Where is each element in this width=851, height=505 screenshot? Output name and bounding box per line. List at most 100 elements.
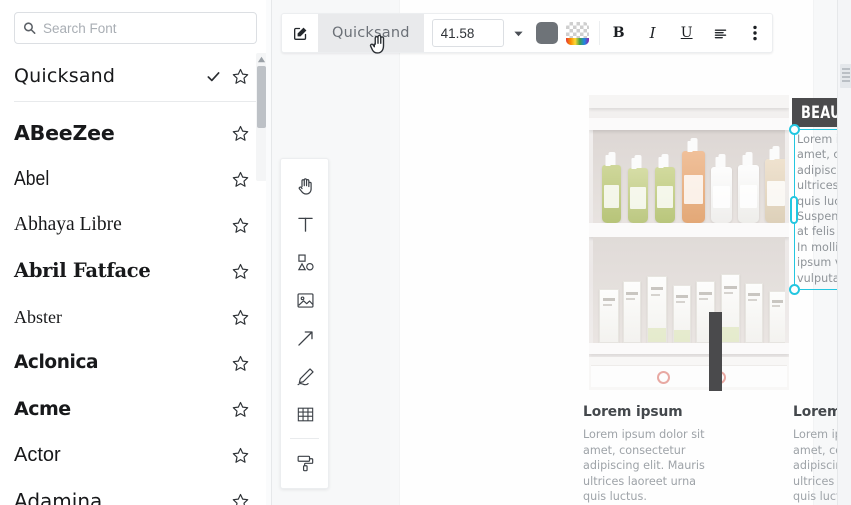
more-vertical-icon: [752, 25, 757, 41]
resize-handle-bottom-left[interactable]: [789, 284, 800, 295]
tool-paint-roller[interactable]: [281, 444, 330, 482]
star-outline-icon[interactable]: [232, 125, 249, 142]
design-editor-app: Quicksand ABeeZee Abel: [0, 0, 851, 505]
shapes-icon: [297, 253, 314, 270]
font-size-control: [431, 14, 504, 52]
font-name-label: Quicksand: [14, 64, 116, 87]
font-row-actions: [206, 68, 249, 85]
font-list-item-abeezee[interactable]: ABeeZee: [0, 110, 271, 156]
bold-button[interactable]: B: [602, 14, 636, 52]
right-panel-collapsed[interactable]: [837, 0, 851, 505]
edit-square-icon: [293, 27, 306, 40]
hand-icon: [298, 177, 312, 195]
font-name-label: Abster: [14, 307, 62, 327]
font-name-label: Actor: [14, 444, 61, 466]
tool-rail-divider: [290, 438, 319, 439]
font-name-label: Acme: [14, 397, 71, 420]
font-name-label: Abhaya Libre: [14, 214, 122, 236]
font-name-label: Abel: [14, 168, 50, 190]
font-list-item-abhaya-libre[interactable]: Abhaya Libre: [0, 202, 271, 248]
bottle-row-bottom: [593, 237, 785, 343]
arrow-icon: [298, 330, 313, 346]
shelf-product-image[interactable]: [589, 95, 789, 390]
font-name-label: Adamina: [14, 489, 103, 505]
italic-button[interactable]: I: [636, 14, 670, 52]
right-panel-thumbnail[interactable]: [840, 64, 851, 88]
tool-text[interactable]: [281, 205, 330, 243]
text-icon: [298, 217, 313, 232]
scroll-up-arrow-icon[interactable]: [257, 55, 266, 64]
font-list-item-actor[interactable]: Actor: [0, 432, 271, 478]
toolbar-divider: [598, 21, 600, 45]
font-search-box[interactable]: [14, 12, 257, 44]
image-crop-bar[interactable]: [709, 312, 722, 391]
fill-color-swatch[interactable]: [565, 21, 589, 45]
font-list[interactable]: Quicksand ABeeZee Abel Abhaya Libre Abri…: [0, 53, 271, 505]
pencil-icon: [297, 367, 314, 385]
chevron-down-icon: [514, 31, 523, 36]
resize-handle-top-left[interactable]: [789, 124, 800, 135]
font-list-item-abril-fatface[interactable]: Abril Fatface: [0, 248, 271, 294]
font-list-divider: [14, 101, 257, 102]
font-picker-panel: Quicksand ABeeZee Abel: [0, 0, 272, 505]
star-outline-icon[interactable]: [232, 355, 249, 372]
font-list-item-abel[interactable]: Abel: [0, 156, 271, 202]
shelf-board: [589, 95, 789, 108]
font-list-item-adamina[interactable]: Adamina: [0, 478, 271, 505]
font-list-item-aclonica[interactable]: Aclonica: [0, 340, 271, 386]
font-size-dropdown-button[interactable]: [508, 14, 530, 52]
text-format-toolbar: Quicksand B I U: [281, 13, 773, 53]
text-color-swatch[interactable]: [535, 22, 558, 44]
star-outline-icon[interactable]: [232, 263, 249, 280]
star-outline-icon[interactable]: [232, 493, 249, 505]
tool-rail: [280, 158, 329, 489]
shelf-board: [589, 223, 789, 237]
font-name-label: Abril Fatface: [14, 259, 151, 283]
shelf-board: [589, 118, 789, 130]
shelf-board: [589, 343, 789, 354]
align-left-icon: [714, 28, 727, 38]
tool-arrow[interactable]: [281, 319, 330, 357]
bottle-row-top: [593, 130, 785, 223]
font-search-wrap: [0, 0, 271, 53]
font-size-input[interactable]: [431, 19, 504, 47]
underline-label: U: [680, 25, 693, 41]
star-outline-icon[interactable]: [232, 447, 249, 464]
check-icon: [207, 71, 220, 81]
tool-shapes[interactable]: [281, 243, 330, 281]
bold-label: B: [612, 25, 625, 41]
italic-label: I: [649, 24, 656, 42]
scrollbar-thumb[interactable]: [257, 66, 266, 128]
font-name-label: ABeeZee: [14, 120, 115, 145]
font-family-selector[interactable]: Quicksand: [318, 14, 424, 52]
search-input[interactable]: [43, 20, 256, 36]
star-outline-icon[interactable]: [232, 68, 249, 85]
underline-button[interactable]: U: [670, 14, 704, 52]
tool-image[interactable]: [281, 281, 330, 319]
font-list-item-acme[interactable]: Acme: [0, 386, 271, 432]
font-list-item-quicksand[interactable]: Quicksand: [0, 53, 271, 99]
star-outline-icon[interactable]: [232, 171, 249, 188]
text-column-left[interactable]: Lorem ipsum Lorem ipsum dolor sit amet, …: [583, 404, 707, 505]
font-family-label: Quicksand: [332, 25, 410, 41]
star-outline-icon[interactable]: [232, 217, 249, 234]
column-heading: Lorem ipsum: [583, 404, 683, 420]
edit-text-button[interactable]: [282, 14, 318, 52]
tool-table[interactable]: [281, 395, 330, 433]
font-name-label: Aclonica: [14, 351, 99, 373]
star-outline-icon[interactable]: [232, 309, 249, 326]
table-icon: [297, 407, 314, 421]
column-body: Lorem ipsum dolor sit amet, consectetur …: [583, 428, 705, 504]
tool-hand[interactable]: [281, 167, 330, 205]
resize-handle-left[interactable]: [790, 195, 798, 224]
shelf-price-strip: [591, 365, 787, 387]
paint-roller-icon: [297, 455, 314, 471]
panel-edge-scroll-track[interactable]: [266, 0, 271, 505]
star-outline-icon[interactable]: [232, 401, 249, 418]
image-icon: [297, 292, 314, 308]
editor-workspace: BEAUTY Lorem ipsum dolor sit amet, conse…: [272, 0, 851, 505]
tool-pencil[interactable]: [281, 357, 330, 395]
align-button[interactable]: [704, 14, 738, 52]
more-options-button[interactable]: [738, 14, 772, 52]
font-list-item-abster[interactable]: Abster: [0, 294, 271, 340]
